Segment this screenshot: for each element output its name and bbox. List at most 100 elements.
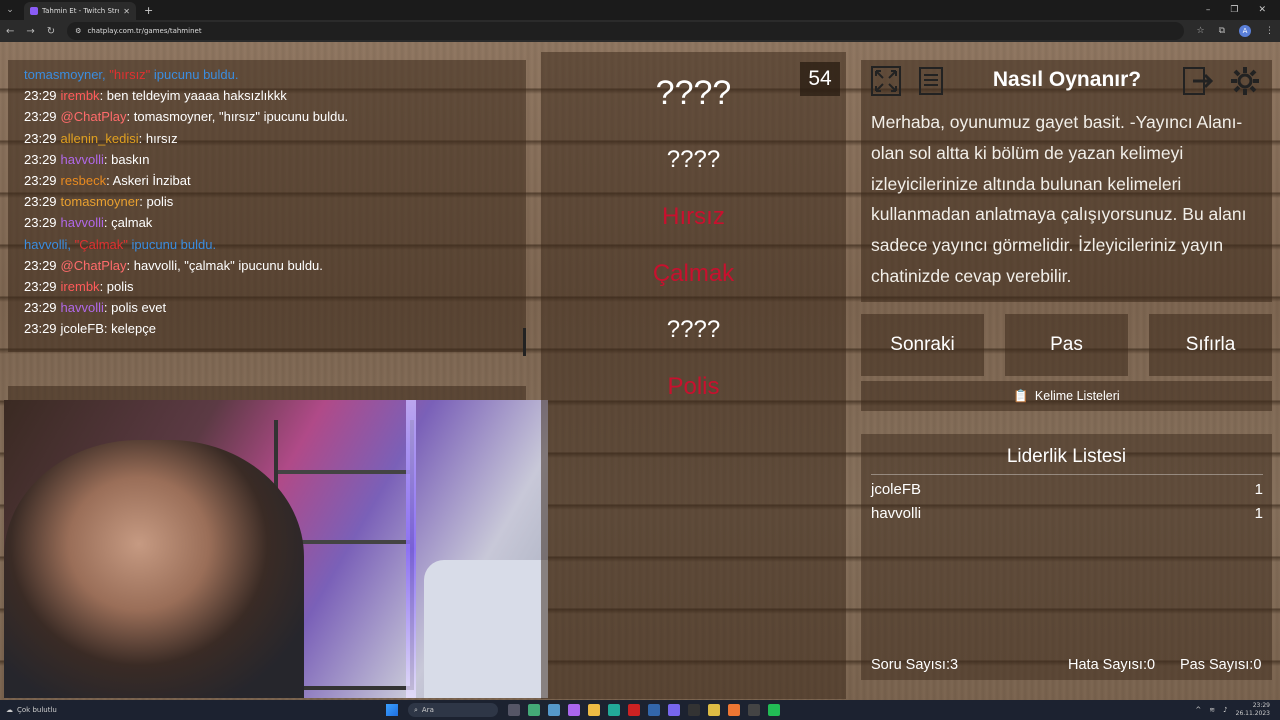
cloud-icon: ☁	[6, 706, 13, 714]
tab-favicon-icon	[30, 7, 38, 15]
start-button[interactable]	[386, 704, 398, 716]
fullscreen-icon[interactable]	[869, 64, 903, 98]
chat-username[interactable]: allenin_kedisi	[61, 131, 139, 146]
explorer-icon[interactable]	[588, 704, 600, 716]
wifi-icon[interactable]: ≋	[1209, 706, 1215, 714]
exit-icon[interactable]	[1182, 64, 1216, 98]
chrome-icon[interactable]	[708, 704, 720, 716]
files-icon[interactable]	[528, 704, 540, 716]
word-slot-hidden: ????	[666, 316, 721, 343]
maximize-icon[interactable]: ❐	[1230, 5, 1238, 15]
menu-icon[interactable]: ⋮	[1265, 26, 1274, 36]
extensions-icon[interactable]: ⧉	[1219, 26, 1225, 36]
settings-gear-icon[interactable]	[1228, 64, 1262, 98]
chat-message: 23:29 irembk: ben teldeyim yaaaa haksızlı…	[24, 85, 510, 106]
word-slot-revealed: Polis	[667, 373, 720, 400]
url-text: chatplay.com.tr/games/tahminet	[87, 27, 202, 35]
chat-username[interactable]: havvolli	[61, 152, 104, 167]
pass-button[interactable]: Pas	[1005, 314, 1128, 376]
store-icon[interactable]	[648, 704, 660, 716]
chat-username[interactable]: tomasmoyner	[61, 194, 140, 209]
leaderboard-row: jcoleFB 1	[871, 481, 1263, 498]
next-button[interactable]: Sonraki	[861, 314, 984, 376]
word-lists-label: Kelime Listeleri	[1034, 389, 1120, 403]
taskbar-search[interactable]: ⌕ Ara	[408, 703, 498, 717]
chat-username[interactable]: @ChatPlay	[61, 109, 127, 124]
leaderboard-divider	[871, 474, 1263, 475]
chat-timestamp: 23:29	[24, 194, 57, 210]
leaderboard-score: 1	[1254, 481, 1263, 498]
forward-icon[interactable]: →	[26, 26, 34, 37]
reload-icon[interactable]: ↻	[47, 26, 55, 37]
chat-timestamp: 23:29	[24, 300, 57, 316]
how-to-play-text: Merhaba, oyunumuz gayet basit. -Yayıncı …	[871, 112, 1247, 286]
discord-icon[interactable]	[668, 704, 680, 716]
profile-avatar[interactable]: A	[1239, 25, 1251, 37]
question-count: Soru Sayısı:3	[871, 657, 959, 673]
tab-list-dropdown-icon[interactable]: ⌄	[0, 5, 20, 15]
edge-icon[interactable]	[608, 704, 620, 716]
chat-message: 23:29 irembk: polis	[24, 276, 510, 297]
weather-text: Çok bulutlu	[17, 706, 57, 714]
task-view-icon[interactable]	[508, 704, 520, 716]
chat-text: : hırsız	[138, 130, 178, 146]
chat-panel: tomasmoyner, "hırsız" ipucunu buldu. 23:2…	[8, 60, 526, 356]
chat-message: 23:29 resbeck: Askeri İnzibat	[24, 170, 510, 191]
reset-button[interactable]: Sıfırla	[1149, 314, 1272, 376]
netflix-icon[interactable]	[628, 704, 640, 716]
leaderboard-panel	[861, 434, 1272, 680]
windows-taskbar: ☁ Çok bulutlu ⌕ Ara ^ ≋ ♪ 23:29 26.11.20…	[0, 700, 1280, 720]
taskbar-search-placeholder: Ara	[421, 706, 434, 714]
chat-username[interactable]: @ChatPlay	[61, 258, 127, 273]
new-tab-icon[interactable]: +	[144, 4, 153, 17]
chat-timestamp: 23:29	[24, 130, 57, 146]
notes-icon[interactable]	[914, 64, 948, 98]
leaderboard-row: havvolli 1	[871, 505, 1263, 522]
weather-widget[interactable]: ☁ Çok bulutlu	[0, 706, 200, 714]
chat-message: 23:29 @ChatPlay: havvolli, "çalmak" ipucu…	[24, 255, 510, 276]
bookmark-star-icon[interactable]: ☆	[1196, 26, 1204, 36]
site-info-icon[interactable]: ⚙	[75, 27, 81, 35]
tab-close-icon[interactable]: ✕	[123, 7, 130, 16]
obs-icon[interactable]	[748, 704, 760, 716]
chat-system-user: havvolli,	[24, 236, 71, 252]
copilot-icon[interactable]	[568, 704, 580, 716]
chat-message: 23:29 @ChatPlay: tomasmoyner, "hırsız" ip…	[24, 106, 510, 127]
browser-tabbar: ⌄ Tahmin Et - Twitch Stream Gam ✕ + – ❐ …	[0, 0, 1280, 20]
chat-username[interactable]: havvolli	[61, 300, 104, 315]
chat-timestamp: 23:29	[24, 109, 57, 125]
chat-username[interactable]: havvolli	[61, 215, 104, 230]
close-window-icon[interactable]: ✕	[1258, 5, 1266, 15]
chat-username[interactable]: resbeck	[61, 173, 107, 188]
firefox-icon[interactable]	[728, 704, 740, 716]
chat-timestamp: 23:29	[24, 321, 57, 337]
tray-chevron-icon[interactable]: ^	[1195, 706, 1201, 714]
chat-message: 23:29 havvolli: baskın	[24, 149, 510, 170]
back-icon[interactable]: ←	[6, 26, 14, 37]
webcam-bed	[424, 560, 548, 698]
chat-username[interactable]: irembk	[61, 88, 100, 103]
how-to-play-title: Nasıl Oynanır?	[992, 68, 1142, 91]
chat-text: : Askeri İnzibat	[106, 173, 191, 189]
word-lists-button[interactable]: 📋 Kelime Listeleri	[861, 381, 1272, 411]
minimize-icon[interactable]: –	[1206, 5, 1211, 15]
chat-message: 23:29 jcoleFB: kelepçe	[24, 318, 510, 339]
chat-timestamp: 23:29	[24, 173, 57, 189]
terminal-icon[interactable]	[688, 704, 700, 716]
webcam-overlay	[4, 400, 548, 698]
tab-title: Tahmin Et - Twitch Stream Gam	[42, 7, 119, 15]
error-count: Hata Sayısı:0	[1068, 657, 1156, 673]
speaker-icon[interactable]: ♪	[1223, 706, 1227, 714]
chat-scrollbar[interactable]	[523, 328, 526, 356]
chat-username[interactable]: jcoleFB	[61, 321, 104, 336]
photos-icon[interactable]	[548, 704, 560, 716]
url-field[interactable]: ⚙ chatplay.com.tr/games/tahminet	[67, 22, 1185, 40]
spotify-icon[interactable]	[768, 704, 780, 716]
chat-message: 23:29 havvolli: polis evet	[24, 297, 510, 318]
chat-system-word: "Çalmak"	[74, 236, 128, 252]
browser-tab[interactable]: Tahmin Et - Twitch Stream Gam ✕	[24, 2, 136, 20]
chat-username[interactable]: irembk	[61, 279, 100, 294]
chat-system-user: tomasmoyner,	[24, 67, 106, 82]
taskbar-clock[interactable]: 23:29 26.11.2023	[1236, 702, 1270, 718]
clipboard-icon: 📋	[1013, 388, 1029, 403]
